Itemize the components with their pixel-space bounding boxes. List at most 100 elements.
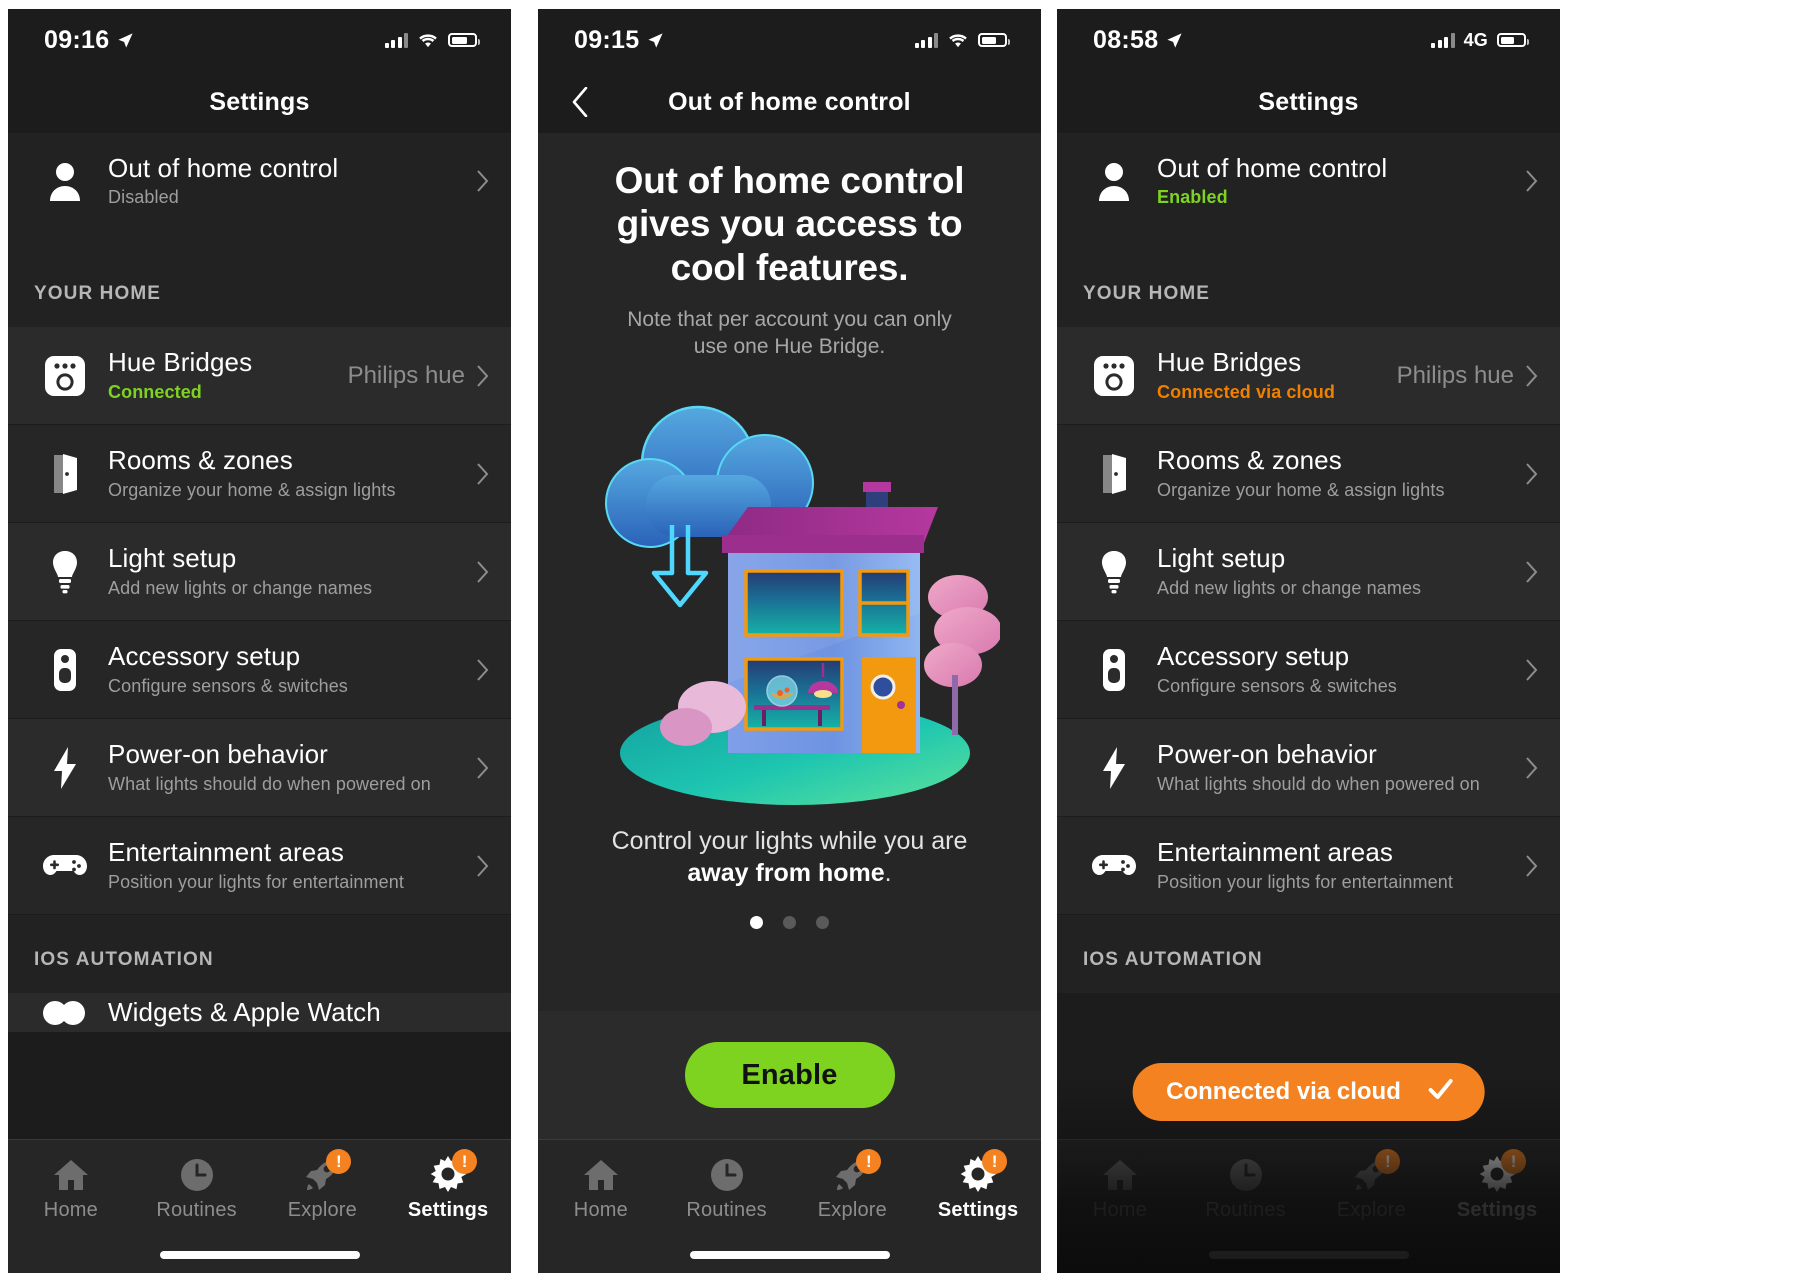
- back-button[interactable]: [560, 82, 600, 122]
- row-text: Light setup Add new lights or change nam…: [96, 544, 477, 598]
- status-right: [384, 32, 480, 48]
- chevron-right-icon: [1526, 658, 1538, 681]
- badge-explore: !: [856, 1149, 882, 1174]
- check-icon: [1427, 1075, 1455, 1110]
- hue-bridge-icon: [1083, 355, 1145, 397]
- promo-subhead: Note that per account you can only use o…: [627, 307, 952, 358]
- row-text: Widgets & Apple Watch: [96, 997, 489, 1027]
- tab-routines[interactable]: Routines: [664, 1154, 790, 1222]
- bulb-icon: [34, 550, 96, 594]
- pager-dot-1[interactable]: [750, 915, 763, 929]
- row-subtitle: Add new lights or change names: [108, 577, 373, 598]
- row-title: Power-on behavior: [108, 739, 328, 770]
- row-text: Light setup Add new lights or change nam…: [1145, 544, 1526, 598]
- caption-part-2: .: [884, 859, 892, 888]
- row-hue-bridges[interactable]: Hue Bridges Connected via cloud Philips …: [1057, 327, 1560, 425]
- tab-settings[interactable]: ! Settings: [1434, 1149, 1560, 1222]
- settings-scroll-area[interactable]: Out of home control Disabled YOUR HOME H…: [8, 133, 511, 1273]
- enable-button[interactable]: Enable: [684, 1042, 895, 1108]
- row-rooms-zones[interactable]: Rooms & zones Organize your home & assig…: [8, 425, 511, 523]
- row-text: Out of home control Enabled: [1145, 153, 1526, 208]
- row-text: Accessory setup Configure sensors & swit…: [1145, 642, 1526, 696]
- tree-shape: [923, 574, 1000, 735]
- chevron-right-icon: [477, 560, 489, 583]
- row-hue-bridges[interactable]: Hue Bridges Connected Philips hue: [8, 327, 511, 425]
- status-bar: 08:58 4G: [1057, 9, 1560, 71]
- tab-home[interactable]: Home: [8, 1154, 134, 1222]
- row-out-of-home-control[interactable]: Out of home control Disabled: [8, 133, 511, 229]
- row-subtitle: Organize your home & assign lights: [1157, 479, 1445, 500]
- row-out-of-home-control[interactable]: Out of home control Enabled: [1057, 133, 1560, 229]
- row-light-setup[interactable]: Light setup Add new lights or change nam…: [1057, 523, 1560, 621]
- cta-container: Enable: [538, 1011, 1041, 1139]
- row-title: Hue Bridges: [108, 347, 253, 378]
- tab-home[interactable]: Home: [538, 1154, 664, 1222]
- row-subtitle: Add new lights or change names: [1157, 577, 1422, 598]
- chevron-right-icon: [1526, 756, 1538, 779]
- tab-home[interactable]: Home: [1057, 1154, 1183, 1222]
- pager-dot-3[interactable]: [816, 915, 829, 929]
- pager-dot-2[interactable]: [783, 915, 796, 929]
- row-subtitle: Organize your home & assign lights: [108, 479, 396, 500]
- spacer: [8, 229, 511, 249]
- clock-icon: [176, 1154, 218, 1196]
- row-title: Rooms & zones: [1157, 445, 1342, 476]
- row-status: Disabled: [108, 187, 179, 208]
- chevron-right-icon: [1526, 170, 1538, 192]
- house-icon: [580, 1154, 622, 1196]
- tab-label: Settings: [1456, 1199, 1538, 1221]
- nav-bar: Out of home control: [538, 71, 1041, 133]
- tab-routines[interactable]: Routines: [134, 1154, 260, 1222]
- tab-bar: Home Routines ! Explore ! Settings: [538, 1139, 1041, 1273]
- bolt-icon: [34, 746, 96, 790]
- row-power-on-behavior[interactable]: Power-on behavior What lights should do …: [1057, 719, 1560, 817]
- clock-icon: [1225, 1154, 1267, 1196]
- row-subtitle: Configure sensors & switches: [108, 675, 348, 696]
- row-title: Light setup: [108, 543, 237, 574]
- row-value: Philips hue: [1396, 361, 1514, 389]
- tab-explore[interactable]: ! Explore: [790, 1149, 916, 1222]
- badge-explore: !: [326, 1149, 352, 1174]
- spacer: [1057, 229, 1560, 249]
- caption-bold: away from home: [687, 859, 885, 888]
- row-accessory-setup[interactable]: Accessory setup Configure sensors & swit…: [1057, 621, 1560, 719]
- row-subtitle: Connected via cloud: [1157, 381, 1335, 402]
- pager-dots[interactable]: [538, 915, 1041, 929]
- row-accessory-setup[interactable]: Accessory setup Configure sensors & swit…: [8, 621, 511, 719]
- row-widgets-apple-watch[interactable]: Widgets & Apple Watch: [8, 993, 511, 1033]
- tab-settings[interactable]: ! Settings: [385, 1149, 511, 1222]
- promo-caption: Control your lights while you are away f…: [538, 805, 1041, 890]
- rocket-icon: !: [831, 1149, 882, 1196]
- row-entertainment-areas[interactable]: Entertainment areas Position your lights…: [1057, 817, 1560, 915]
- tab-label: Routines: [686, 1199, 767, 1221]
- badge-explore: !: [1375, 1149, 1401, 1174]
- status-bar: 09:15: [538, 9, 1041, 71]
- gear-icon: !: [427, 1149, 478, 1196]
- row-title: Hue Bridges: [1157, 347, 1302, 378]
- tab-settings[interactable]: ! Settings: [915, 1149, 1041, 1222]
- row-entertainment-areas[interactable]: Entertainment areas Position your lights…: [8, 817, 511, 915]
- rocket-icon: !: [1350, 1149, 1401, 1196]
- cellular-bars-icon: [914, 32, 938, 48]
- page-title: Out of home control: [668, 87, 911, 116]
- toast-connected-via-cloud[interactable]: Connected via cloud: [1132, 1063, 1485, 1121]
- clock-icon: [706, 1154, 748, 1196]
- tab-routines[interactable]: Routines: [1183, 1154, 1309, 1222]
- location-arrow-icon: [1166, 32, 1183, 49]
- page-title: Settings: [209, 87, 310, 116]
- wifi-icon: [417, 32, 439, 48]
- row-rooms-zones[interactable]: Rooms & zones Organize your home & assig…: [1057, 425, 1560, 523]
- person-icon: [1083, 161, 1145, 201]
- row-power-on-behavior[interactable]: Power-on behavior What lights should do …: [8, 719, 511, 817]
- chevron-right-icon: [477, 854, 489, 877]
- status-left: 08:58: [1093, 26, 1183, 55]
- page-title: Settings: [1258, 87, 1359, 116]
- battery-icon: [448, 33, 480, 47]
- tab-explore[interactable]: ! Explore: [260, 1149, 386, 1222]
- row-light-setup[interactable]: Light setup Add new lights or change nam…: [8, 523, 511, 621]
- row-subtitle: What lights should do when powered on: [108, 773, 431, 794]
- row-subtitle: Connected: [108, 381, 202, 402]
- promo-headline: Out of home control gives you access to …: [614, 160, 965, 288]
- tab-explore[interactable]: ! Explore: [1309, 1149, 1435, 1222]
- home-indicator: [689, 1251, 890, 1259]
